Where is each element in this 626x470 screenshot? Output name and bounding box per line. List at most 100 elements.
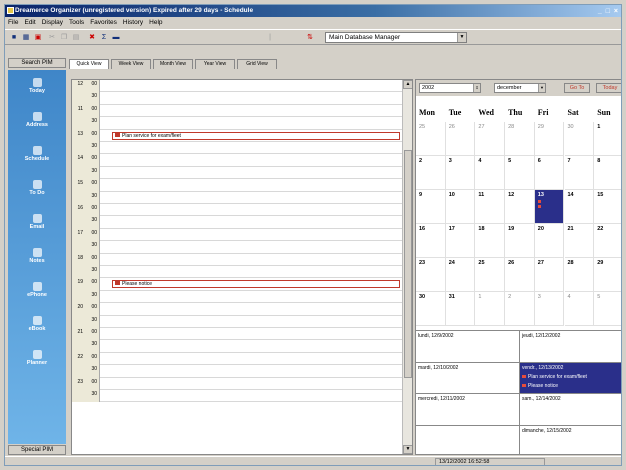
view-tab[interactable]: Week View [111,59,151,69]
menu-item[interactable]: Tools [66,17,87,28]
day-event-box[interactable]: vendr., 12/13/2002 Plan service for exam/… [520,362,621,394]
nav-item[interactable]: Email [8,214,66,230]
nav-item[interactable]: To Do [8,180,66,196]
go-to-button[interactable]: Go To [564,83,590,93]
paste-icon[interactable]: ▤ [71,33,81,42]
menu-item[interactable]: Display [39,17,66,28]
calendar-day[interactable]: 7 [564,156,595,190]
calendar-day[interactable]: 28 [564,258,595,292]
nav-item[interactable]: Address [8,112,66,128]
calendar-day[interactable]: 26 [445,122,476,156]
calendar-day[interactable]: 11 [475,190,506,224]
day-event-box[interactable]: mercredi, 12/11/2002 [416,394,520,426]
time-slot[interactable]: 30 [72,92,402,105]
day-event-box[interactable]: jeudi, 12/12/2002 [520,331,621,363]
chevron-down-icon[interactable]: ▼ [538,84,545,92]
day-event-box[interactable]: dimanche, 12/15/2002 [520,426,621,455]
sum-icon[interactable]: Σ [99,33,109,42]
menu-item[interactable]: Edit [21,17,38,28]
year-spinner[interactable]: 2002 ⇕ [419,83,481,93]
calendar-day[interactable]: 12 [505,190,535,224]
time-slot[interactable]: 15 00 [72,179,402,192]
time-slot[interactable]: 30 [72,266,402,279]
day-event-box[interactable] [416,425,520,454]
spinner-arrows-icon[interactable]: ⇕ [473,84,480,92]
today-button[interactable]: Today [596,83,621,93]
chevron-down-icon[interactable]: ▼ [457,33,466,42]
calendar-day[interactable]: 25 [416,122,446,156]
day-event-box[interactable]: sam., 12/14/2002 [520,394,621,426]
calendar-day[interactable]: 19 [505,224,535,258]
time-slot[interactable]: 30 [72,117,402,130]
nav-item[interactable]: Today [8,78,66,94]
menu-item[interactable]: History [120,17,146,28]
calendar-day[interactable]: 30 [416,292,446,326]
time-slot[interactable]: 21 00 [72,328,402,341]
view-tab[interactable]: Quick View [69,59,109,69]
nav-item[interactable]: Notes [8,248,66,264]
calendar-day[interactable]: 24 [445,258,476,292]
calendar-day[interactable]: 27 [475,122,506,156]
time-slot[interactable]: 16 00 [72,204,402,217]
calendar-day[interactable]: 29 [534,122,565,156]
calendar-day[interactable]: 27 [534,258,565,292]
calendar-day[interactable]: 15 [594,190,621,224]
day-event-box[interactable]: mardi, 12/10/2002 [416,362,520,394]
print-icon[interactable]: ▣ [33,33,43,42]
calendar-day[interactable]: 1 [475,292,506,326]
calendar-day[interactable]: 6 [534,156,565,190]
nav-item[interactable]: Schedule [8,146,66,162]
save-icon[interactable]: ■ [9,33,19,42]
calendar-day[interactable]: 20 [534,224,565,258]
calendar-day[interactable]: 26 [505,258,535,292]
delete-icon[interactable]: ✖ [87,33,97,42]
calendar-day[interactable]: 5 [505,156,535,190]
calendar-day[interactable]: 3 [445,156,476,190]
cut-icon[interactable]: ✂ [47,33,57,42]
appointment[interactable]: Please notice [112,280,400,289]
scroll-thumb[interactable] [404,150,412,378]
search-pim-button[interactable]: Search PIM [8,58,66,68]
time-slot[interactable]: 30 [72,315,402,328]
calendar-day[interactable]: 28 [505,122,535,156]
time-slot[interactable]: 30 [72,390,402,403]
time-slot[interactable]: 30 [72,290,402,304]
calendar-day[interactable]: 8 [594,156,621,190]
time-slot[interactable]: 30 [72,216,402,229]
view-tab[interactable]: Year View [195,59,235,69]
time-slot[interactable]: 30 [72,166,402,180]
scroll-up-icon[interactable]: ▲ [403,80,412,89]
nav-item[interactable]: ePhone [8,282,66,298]
calendar-day[interactable]: 25 [475,258,506,292]
time-slot[interactable]: 12 00 [72,80,402,93]
calendar-day[interactable]: 2 [416,156,446,190]
title-bar[interactable]: Dreamerce Organizer (unregistered versio… [5,5,621,17]
time-slot[interactable]: 17 00 [72,228,402,242]
calendar-day[interactable]: 9 [416,190,446,224]
time-slot[interactable]: 30 [72,241,402,254]
calendar-day[interactable]: 14 [564,190,595,224]
calendar-day[interactable]: 18 [475,224,506,258]
calendar-day[interactable]: 23 [416,258,446,292]
month-select[interactable]: december ▼ [494,83,546,93]
day-event-box[interactable]: lundi, 12/9/2002 [416,331,520,363]
calendar-day[interactable]: 10 [445,190,476,224]
time-slot[interactable]: 18 00 [72,253,402,266]
grid-icon[interactable]: ▦ [21,33,31,42]
nav-item[interactable]: eBook [8,316,66,332]
calendar-day[interactable]: 5 [594,292,621,326]
view-tab[interactable]: Grid View [237,59,277,69]
time-slot[interactable]: 23 00 [72,377,402,390]
time-slot[interactable]: 30 [72,191,402,204]
calendar-day[interactable]: 4 [475,156,506,190]
appointment[interactable]: Plan service for exam/fleet [112,131,400,140]
time-slot[interactable]: 14 00 [72,154,402,167]
special-pim-button[interactable]: Special PIM [8,445,66,455]
time-slot[interactable]: 30 [72,142,402,155]
menu-item[interactable]: Help [146,17,165,28]
database-selector[interactable]: Main Database Manager ▼ [325,32,467,43]
calendar-day[interactable]: 22 [594,224,621,258]
window-controls[interactable]: _ □ × [598,6,619,17]
folder-icon[interactable]: ▬ [111,33,121,42]
time-slot[interactable]: 30 [72,365,402,378]
